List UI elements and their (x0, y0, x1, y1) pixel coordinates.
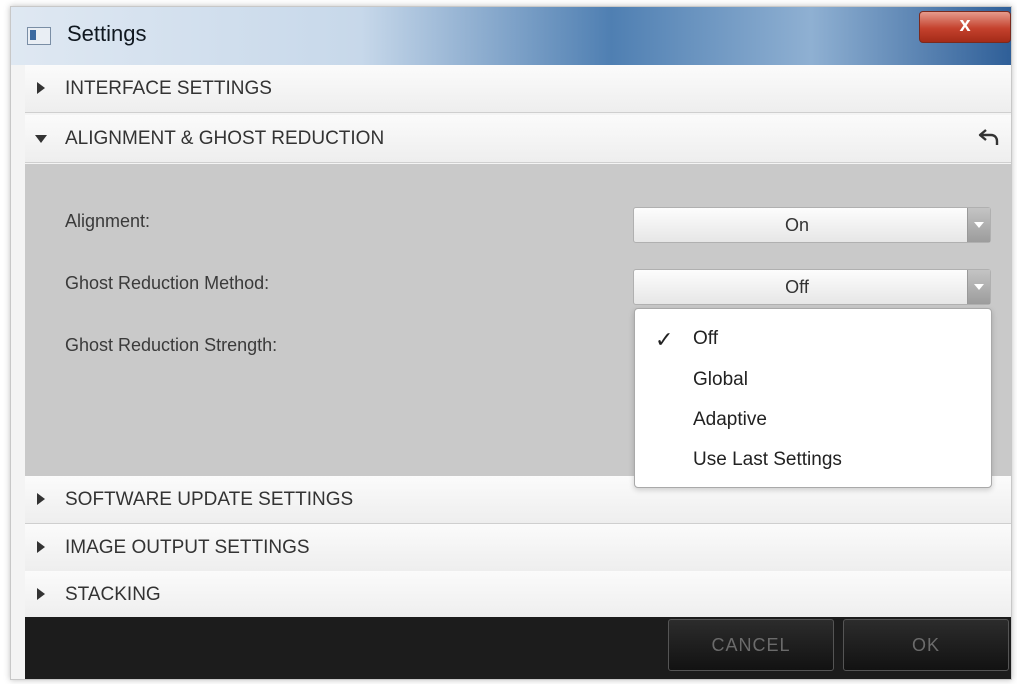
window-title: Settings (67, 21, 147, 46)
menu-item-label: Adaptive (693, 409, 767, 430)
section-stacking[interactable]: STACKING (25, 571, 1011, 619)
checkmark-icon: ✓ (655, 327, 674, 352)
alignment-dropdown[interactable]: On (633, 207, 991, 243)
section-label: SOFTWARE UPDATE SETTINGS (65, 489, 354, 510)
section-label: INTERFACE SETTINGS (65, 78, 272, 99)
menu-item-label: Use Last Settings (693, 449, 842, 470)
menu-item-label: Off (693, 328, 718, 349)
settings-window: Settings x INTERFACE SETTINGS ALIGNMENT … (10, 6, 1012, 680)
expand-arrow-icon (37, 493, 45, 505)
close-button[interactable]: x (919, 11, 1011, 43)
ghost-method-label: Ghost Reduction Method: (65, 273, 270, 293)
cancel-button[interactable]: CANCEL (668, 619, 834, 671)
menu-item-use-last-settings[interactable]: Use Last Settings (635, 440, 991, 480)
title-bar[interactable]: Settings x (11, 7, 1011, 65)
menu-item-off[interactable]: ✓ Off (635, 319, 991, 359)
expand-arrow-icon (37, 82, 45, 94)
menu-item-label: Global (693, 369, 748, 390)
menu-item-global[interactable]: Global (635, 360, 991, 400)
section-label: IMAGE OUTPUT SETTINGS (65, 537, 310, 558)
section-alignment-ghost-reduction[interactable]: ALIGNMENT & GHOST REDUCTION (25, 115, 1011, 163)
alignment-value: On (784, 215, 809, 235)
expand-arrow-icon (37, 541, 45, 553)
expand-arrow-icon (37, 588, 45, 600)
section-image-output-settings[interactable]: IMAGE OUTPUT SETTINGS (25, 524, 1011, 572)
section-label: ALIGNMENT & GHOST REDUCTION (65, 128, 385, 149)
ghost-method-value: Off (785, 277, 809, 297)
section-interface-settings[interactable]: INTERFACE SETTINGS (25, 65, 1011, 113)
ghost-method-menu: ✓ Off Global Adaptive Use Last Settings (634, 308, 992, 488)
undo-icon[interactable] (977, 125, 1001, 149)
app-icon (27, 27, 51, 45)
alignment-label: Alignment: (65, 211, 151, 231)
section-label: STACKING (65, 584, 161, 605)
menu-item-adaptive[interactable]: Adaptive (635, 400, 991, 440)
ghost-strength-label: Ghost Reduction Strength: (65, 335, 278, 355)
ghost-method-dropdown[interactable]: Off (633, 269, 991, 305)
chevron-down-icon[interactable] (967, 270, 990, 304)
collapse-arrow-icon (35, 135, 47, 143)
chevron-down-icon[interactable] (967, 208, 990, 242)
ok-button[interactable]: OK (843, 619, 1009, 671)
footer-bar: CANCEL OK (25, 617, 1011, 679)
